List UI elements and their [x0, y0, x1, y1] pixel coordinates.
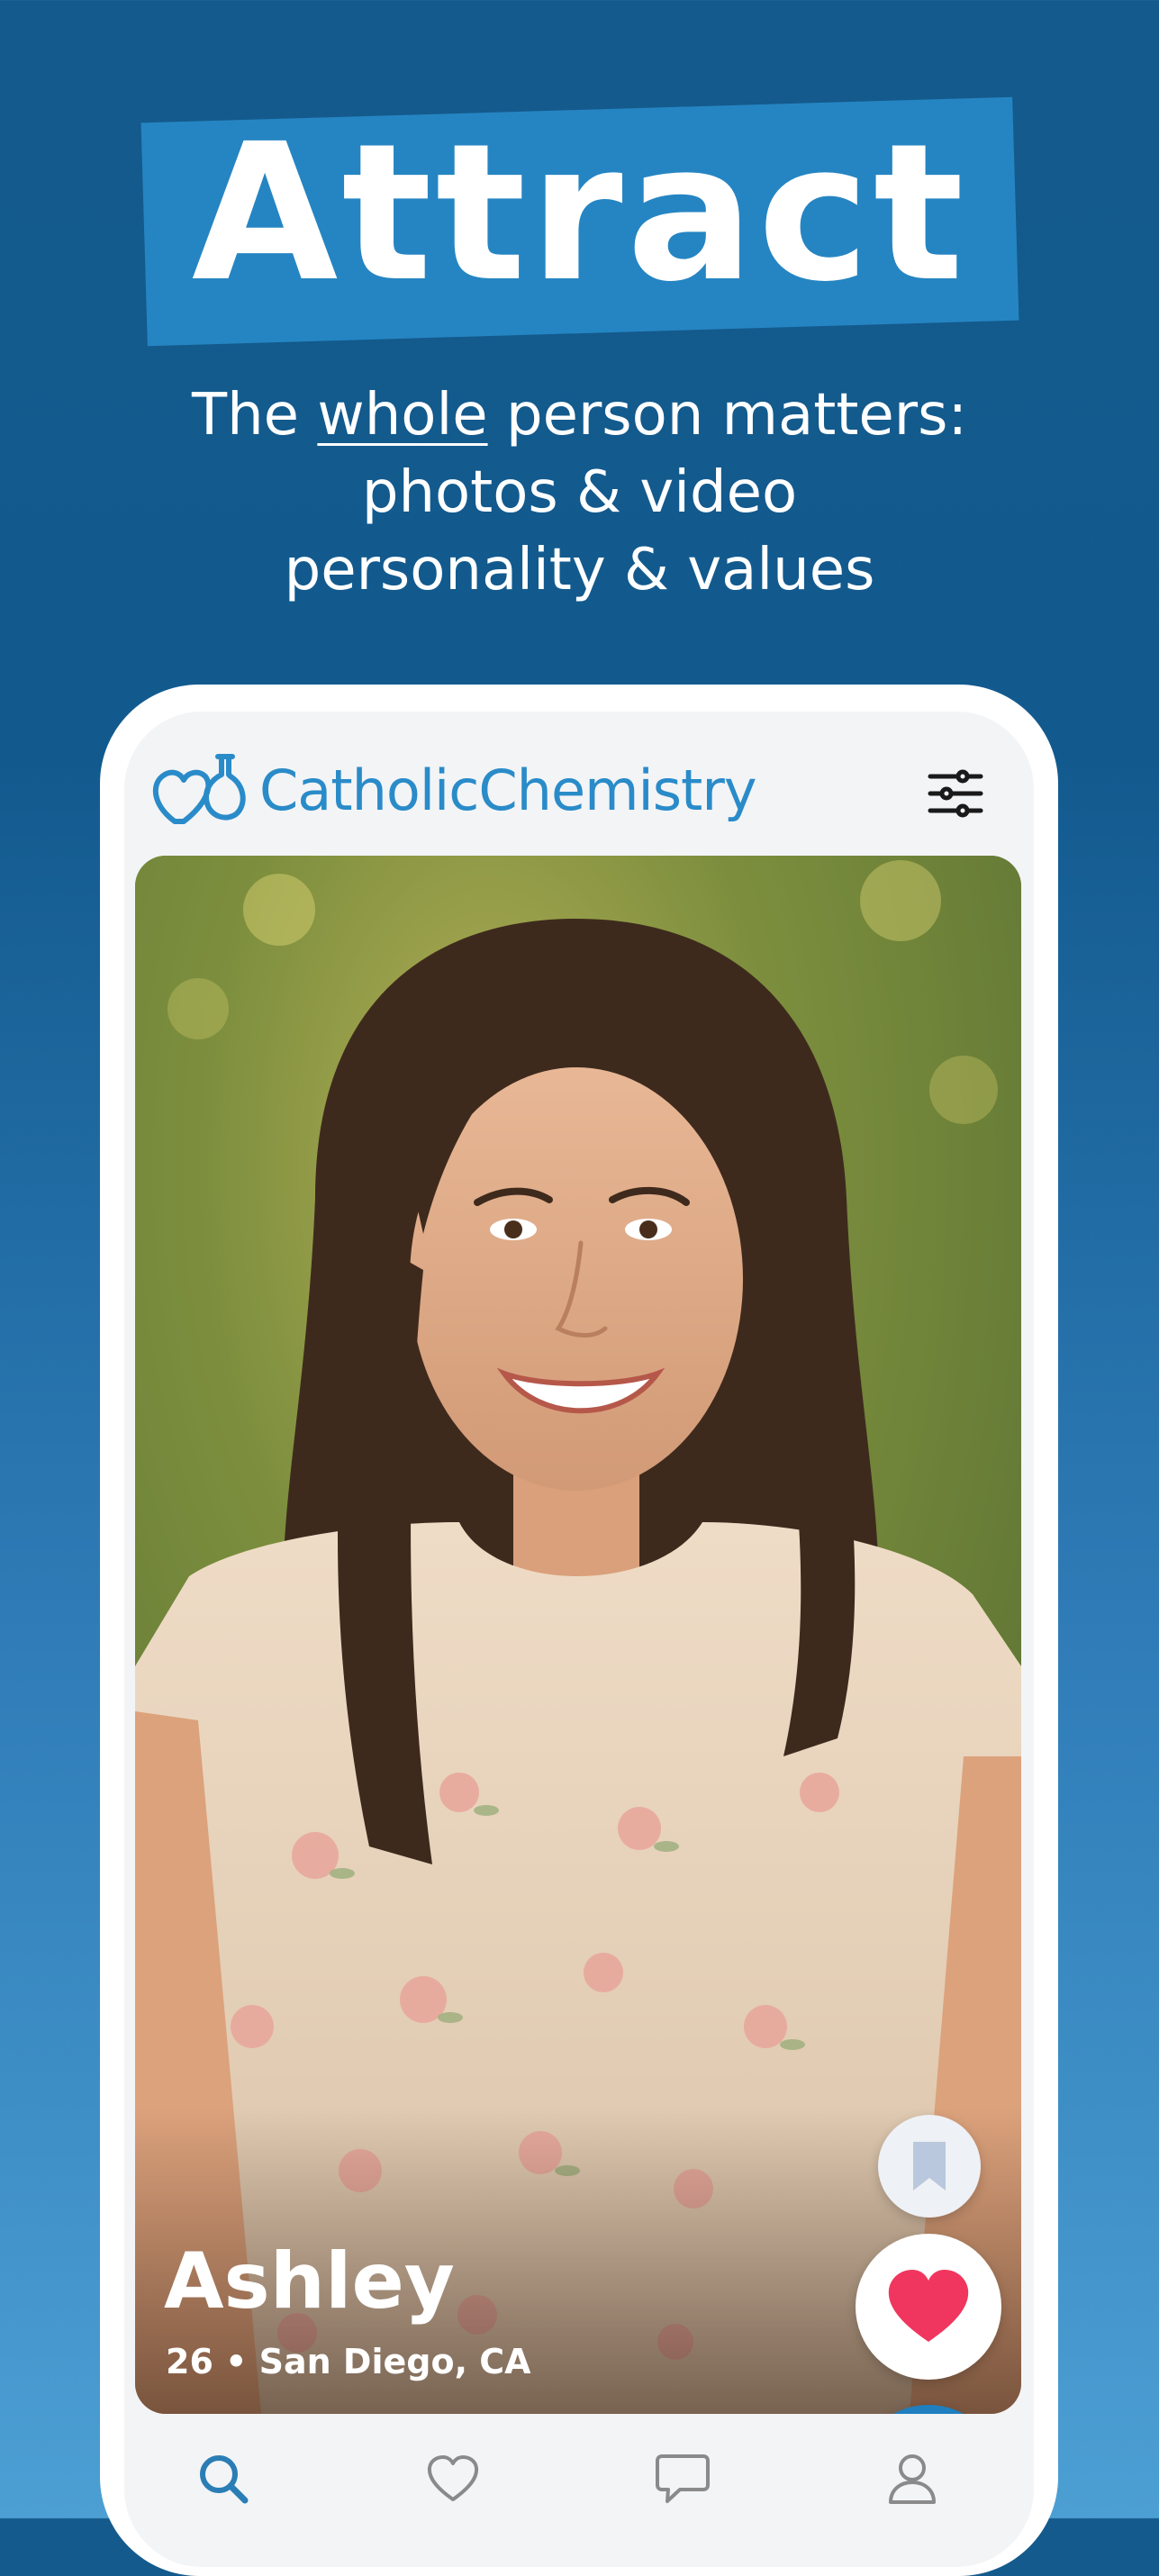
profile-age-location: 26 • San Diego, CA — [166, 2342, 531, 2381]
like-button[interactable] — [856, 2234, 1001, 2380]
filter-button[interactable] — [915, 753, 996, 834]
heart-outline-icon — [427, 2455, 479, 2501]
tagline-line-3: personality & values — [284, 537, 875, 603]
tagline-line-1-start: The — [192, 382, 318, 449]
nav-messages[interactable] — [647, 2443, 719, 2515]
tagline: The whole person matters: photos & video… — [0, 376, 1159, 609]
profile-name: Ashley — [164, 2236, 455, 2327]
app-screen: CatholicChemistry Ashley 26 • San Diego,… — [124, 712, 1034, 2567]
tagline-line-1: The whole person matters: — [0, 376, 1159, 454]
tagline-line-2: photos & video — [361, 459, 798, 526]
nav-likes[interactable] — [417, 2443, 489, 2515]
heart-icon — [888, 2270, 969, 2342]
tagline-line-1-end: person matters: — [487, 382, 967, 449]
bottom-navigation — [124, 2423, 1034, 2567]
bookmark-icon — [913, 2142, 946, 2191]
hearts-flask-logo-icon — [152, 754, 246, 824]
chat-outline-icon — [656, 2454, 710, 2503]
nav-search[interactable] — [187, 2443, 259, 2515]
search-icon — [200, 2455, 249, 2504]
headline: Attract — [191, 103, 968, 323]
brand-name: CatholicChemistry — [259, 757, 757, 823]
sliders-icon — [928, 769, 983, 818]
profile-card[interactable]: Ashley 26 • San Diego, CA — [135, 856, 1021, 2414]
save-button[interactable] — [878, 2115, 981, 2218]
brand-logo[interactable]: CatholicChemistry — [148, 749, 757, 830]
tagline-emphasis: whole — [317, 382, 488, 449]
nav-profile[interactable] — [876, 2443, 948, 2515]
app-bar: CatholicChemistry — [124, 712, 1034, 856]
profile-icon — [889, 2454, 936, 2504]
